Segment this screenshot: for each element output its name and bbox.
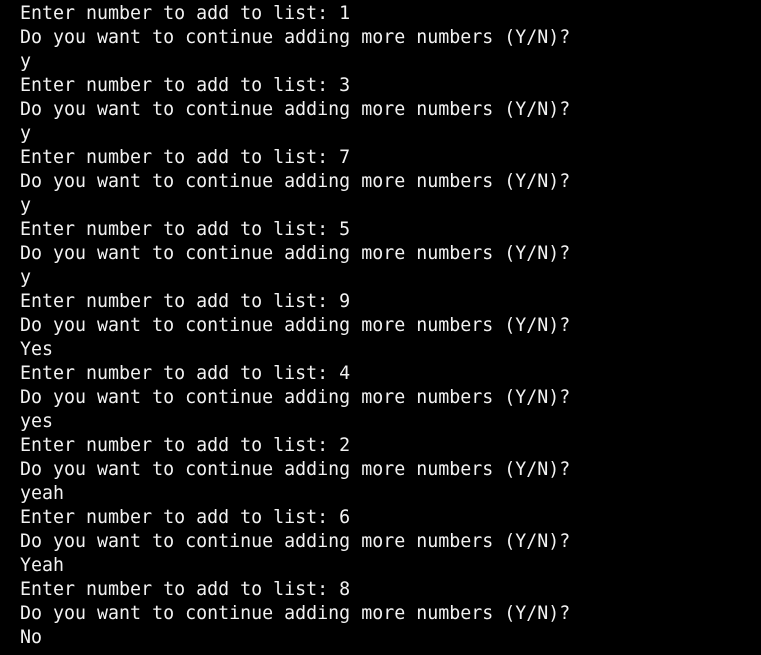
- console-line-user-response: yeah: [20, 483, 65, 504]
- console-line-user-response: Yeah: [20, 555, 65, 576]
- console-line-prompt-number: Enter number to add to list: 1: [20, 3, 351, 24]
- console-line-prompt-number: Enter number to add to list: 5: [20, 219, 351, 240]
- console-line-prompt-continue: Do you want to continue adding more numb…: [20, 243, 571, 264]
- console-line-prompt-number: Enter number to add to list: 9: [20, 291, 351, 312]
- console-line-prompt-continue: Do you want to continue adding more numb…: [20, 99, 571, 120]
- console-line-user-response: y: [20, 195, 32, 216]
- console-line-prompt-continue: Do you want to continue adding more numb…: [20, 459, 571, 480]
- console-line-prompt-continue: Do you want to continue adding more numb…: [20, 27, 571, 48]
- console-line-prompt-number: Enter number to add to list: 8: [20, 579, 351, 600]
- console-line-prompt-continue: Do you want to continue adding more numb…: [20, 171, 571, 192]
- console-line-prompt-continue: Do you want to continue adding more numb…: [20, 531, 571, 552]
- console-line-user-response: yes: [20, 411, 54, 432]
- console-line-prompt-number: Enter number to add to list: 4: [20, 363, 351, 384]
- console-line-user-response: y: [20, 267, 32, 288]
- console-line-prompt-number: Enter number to add to list: 7: [20, 147, 351, 168]
- console-line-prompt-continue: Do you want to continue adding more numb…: [20, 603, 571, 624]
- console-line-prompt-continue: Do you want to continue adding more numb…: [20, 387, 571, 408]
- console-line-prompt-continue: Do you want to continue adding more numb…: [20, 315, 571, 336]
- console-line-prompt-number: Enter number to add to list: 3: [20, 75, 351, 96]
- console-line-user-response: No: [20, 627, 43, 648]
- console-output: Enter number to add to list: 1 Do you wa…: [20, 2, 755, 652]
- console-line-prompt-number: Enter number to add to list: 2: [20, 435, 351, 456]
- console-line-user-response: y: [20, 123, 32, 144]
- console-line-user-response: Yes: [20, 339, 54, 360]
- console-line-prompt-number: Enter number to add to list: 6: [20, 507, 351, 528]
- console-line-user-response: y: [20, 51, 32, 72]
